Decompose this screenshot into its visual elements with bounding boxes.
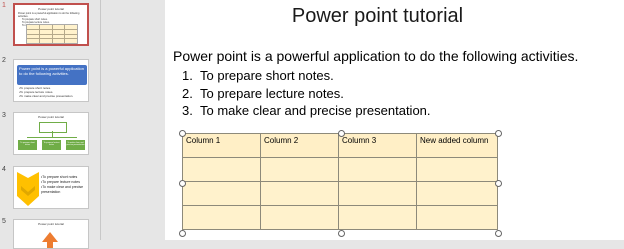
slide-number-3: 3 (2, 112, 6, 119)
slide-body-text[interactable]: Power point is a powerful application to… (173, 48, 578, 64)
thumb-2-box-text: Power point is a powerful application to… (19, 66, 84, 76)
table-cell[interactable] (182, 157, 261, 182)
table-cell[interactable] (338, 181, 417, 206)
table-cell[interactable] (260, 181, 339, 206)
slide-number-4: 4 (2, 166, 6, 173)
resize-handle-top-left[interactable] (179, 130, 186, 137)
thumb-4-bullet-2: •To prepare lecture notes (41, 180, 80, 184)
resize-handle-bottom-left[interactable] (179, 230, 186, 237)
resize-handle-top[interactable] (338, 130, 345, 137)
table-cell[interactable] (182, 181, 261, 206)
table-cell[interactable] (416, 205, 498, 230)
table-header-cell[interactable]: Column 3 (338, 133, 417, 158)
slide-thumbnail-3[interactable]: Power point tutorial To prepare short no… (13, 112, 89, 155)
thumb-1-title: Power point tutorial (38, 7, 64, 11)
table-cell[interactable] (416, 181, 498, 206)
table-row (182, 205, 498, 230)
slide-number-5: 5 (2, 218, 6, 225)
table-cell[interactable] (338, 205, 417, 230)
slide-canvas[interactable]: Power point tutorial Power point is a po… (165, 0, 624, 240)
slide-thumbnail-pane[interactable]: 1 Power point tutorial Power point is a … (0, 0, 100, 249)
table-cell[interactable] (338, 157, 417, 182)
thumb-3-top-box (39, 122, 67, 133)
slide-thumbnail-4[interactable]: •To prepare short notes •To prepare lect… (13, 166, 89, 209)
thumb-1-table (26, 24, 78, 44)
table-cell[interactable] (182, 205, 261, 230)
table-row (182, 157, 498, 182)
thumb-4-bullet-1: •To prepare short notes (41, 175, 78, 179)
slide-number-2: 2 (2, 57, 6, 64)
table-header-cell[interactable]: Column 2 (260, 133, 339, 158)
resize-handle-top-right[interactable] (495, 130, 502, 137)
table-row (182, 181, 498, 206)
table-cell[interactable] (416, 157, 498, 182)
table-header-cell[interactable]: Column 1 (182, 133, 261, 158)
slide-thumbnail-2[interactable]: Power point is a powerful application to… (13, 59, 89, 102)
pane-divider[interactable] (100, 0, 101, 240)
resize-handle-left[interactable] (179, 180, 186, 187)
chevron-graphic-icon (17, 172, 39, 206)
thumb-4-bullet-3: •To make clear and precise presentation (41, 185, 84, 194)
slide-number-1: 1 (2, 2, 6, 9)
slide-thumbnail-5[interactable]: Power point tutorial (13, 219, 89, 249)
resize-handle-bottom-right[interactable] (495, 230, 502, 237)
list-item[interactable]: 1. To prepare short notes. (182, 67, 431, 85)
list-item[interactable]: 3. To make clear and precise presentation… (182, 102, 431, 120)
table-header-row: Column 1 Column 2 Column 3 New added col… (182, 133, 498, 158)
resize-handle-right[interactable] (495, 180, 502, 187)
list-item[interactable]: 2. To prepare lecture notes. (182, 85, 431, 103)
resize-handle-bottom[interactable] (338, 230, 345, 237)
slide-table[interactable]: Column 1 Column 2 Column 3 New added col… (182, 133, 498, 230)
table-cell[interactable] (260, 157, 339, 182)
thumb-2-bullet-3: •To make clear and precise presentation. (19, 94, 74, 98)
slide-title[interactable]: Power point tutorial (165, 5, 590, 28)
numbered-list[interactable]: 1. To prepare short notes. 2. To prepare l… (182, 67, 431, 120)
thumb-3-title: Power point tutorial (38, 115, 64, 119)
table-cell[interactable] (260, 205, 339, 230)
table-header-cell[interactable]: New added column (416, 133, 498, 158)
slide-thumbnail-1[interactable]: Power point tutorial Power point is a po… (13, 3, 89, 46)
thumb-5-title: Power point tutorial (38, 222, 64, 226)
